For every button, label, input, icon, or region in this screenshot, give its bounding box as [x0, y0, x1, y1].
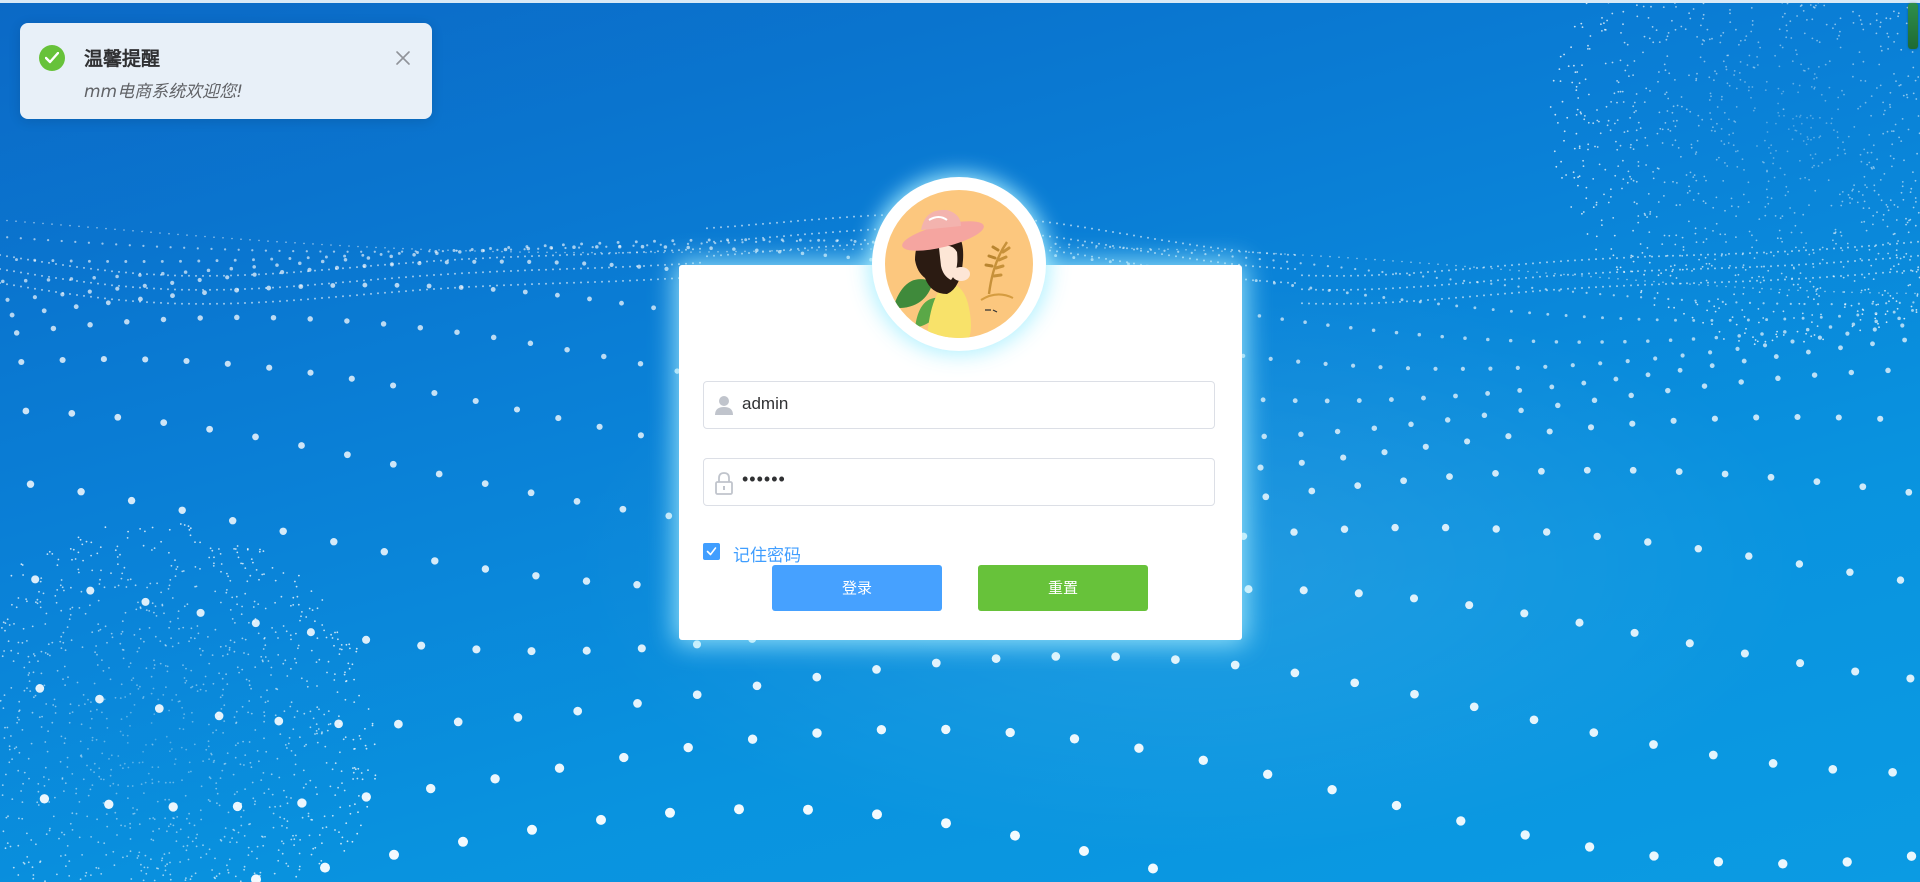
password-value: ••••••: [742, 469, 786, 489]
avatar: [885, 190, 1033, 338]
reset-button[interactable]: 重置: [978, 565, 1148, 611]
avatar-frame: [872, 177, 1046, 351]
top-border: [0, 0, 1920, 3]
remember-password-label[interactable]: 记住密码: [733, 541, 801, 566]
scroll-handle[interactable]: [1908, 3, 1918, 49]
notification-message: mm电商系统欢迎您!: [84, 82, 243, 102]
login-button[interactable]: 登录: [772, 565, 942, 611]
user-icon: [713, 394, 735, 418]
lock-icon: [713, 471, 735, 495]
close-icon[interactable]: [393, 48, 413, 68]
password-input[interactable]: ••••••: [703, 458, 1215, 506]
welcome-notification: 温馨提醒 mm电商系统欢迎您!: [20, 23, 432, 119]
notification-title: 温馨提醒: [84, 48, 161, 70]
success-check-icon: [39, 45, 65, 71]
avatar-illustration: [885, 190, 1033, 338]
username-value: admin: [742, 394, 789, 413]
username-input[interactable]: admin: [703, 381, 1215, 429]
checkbox-checked-icon[interactable]: [703, 543, 720, 560]
